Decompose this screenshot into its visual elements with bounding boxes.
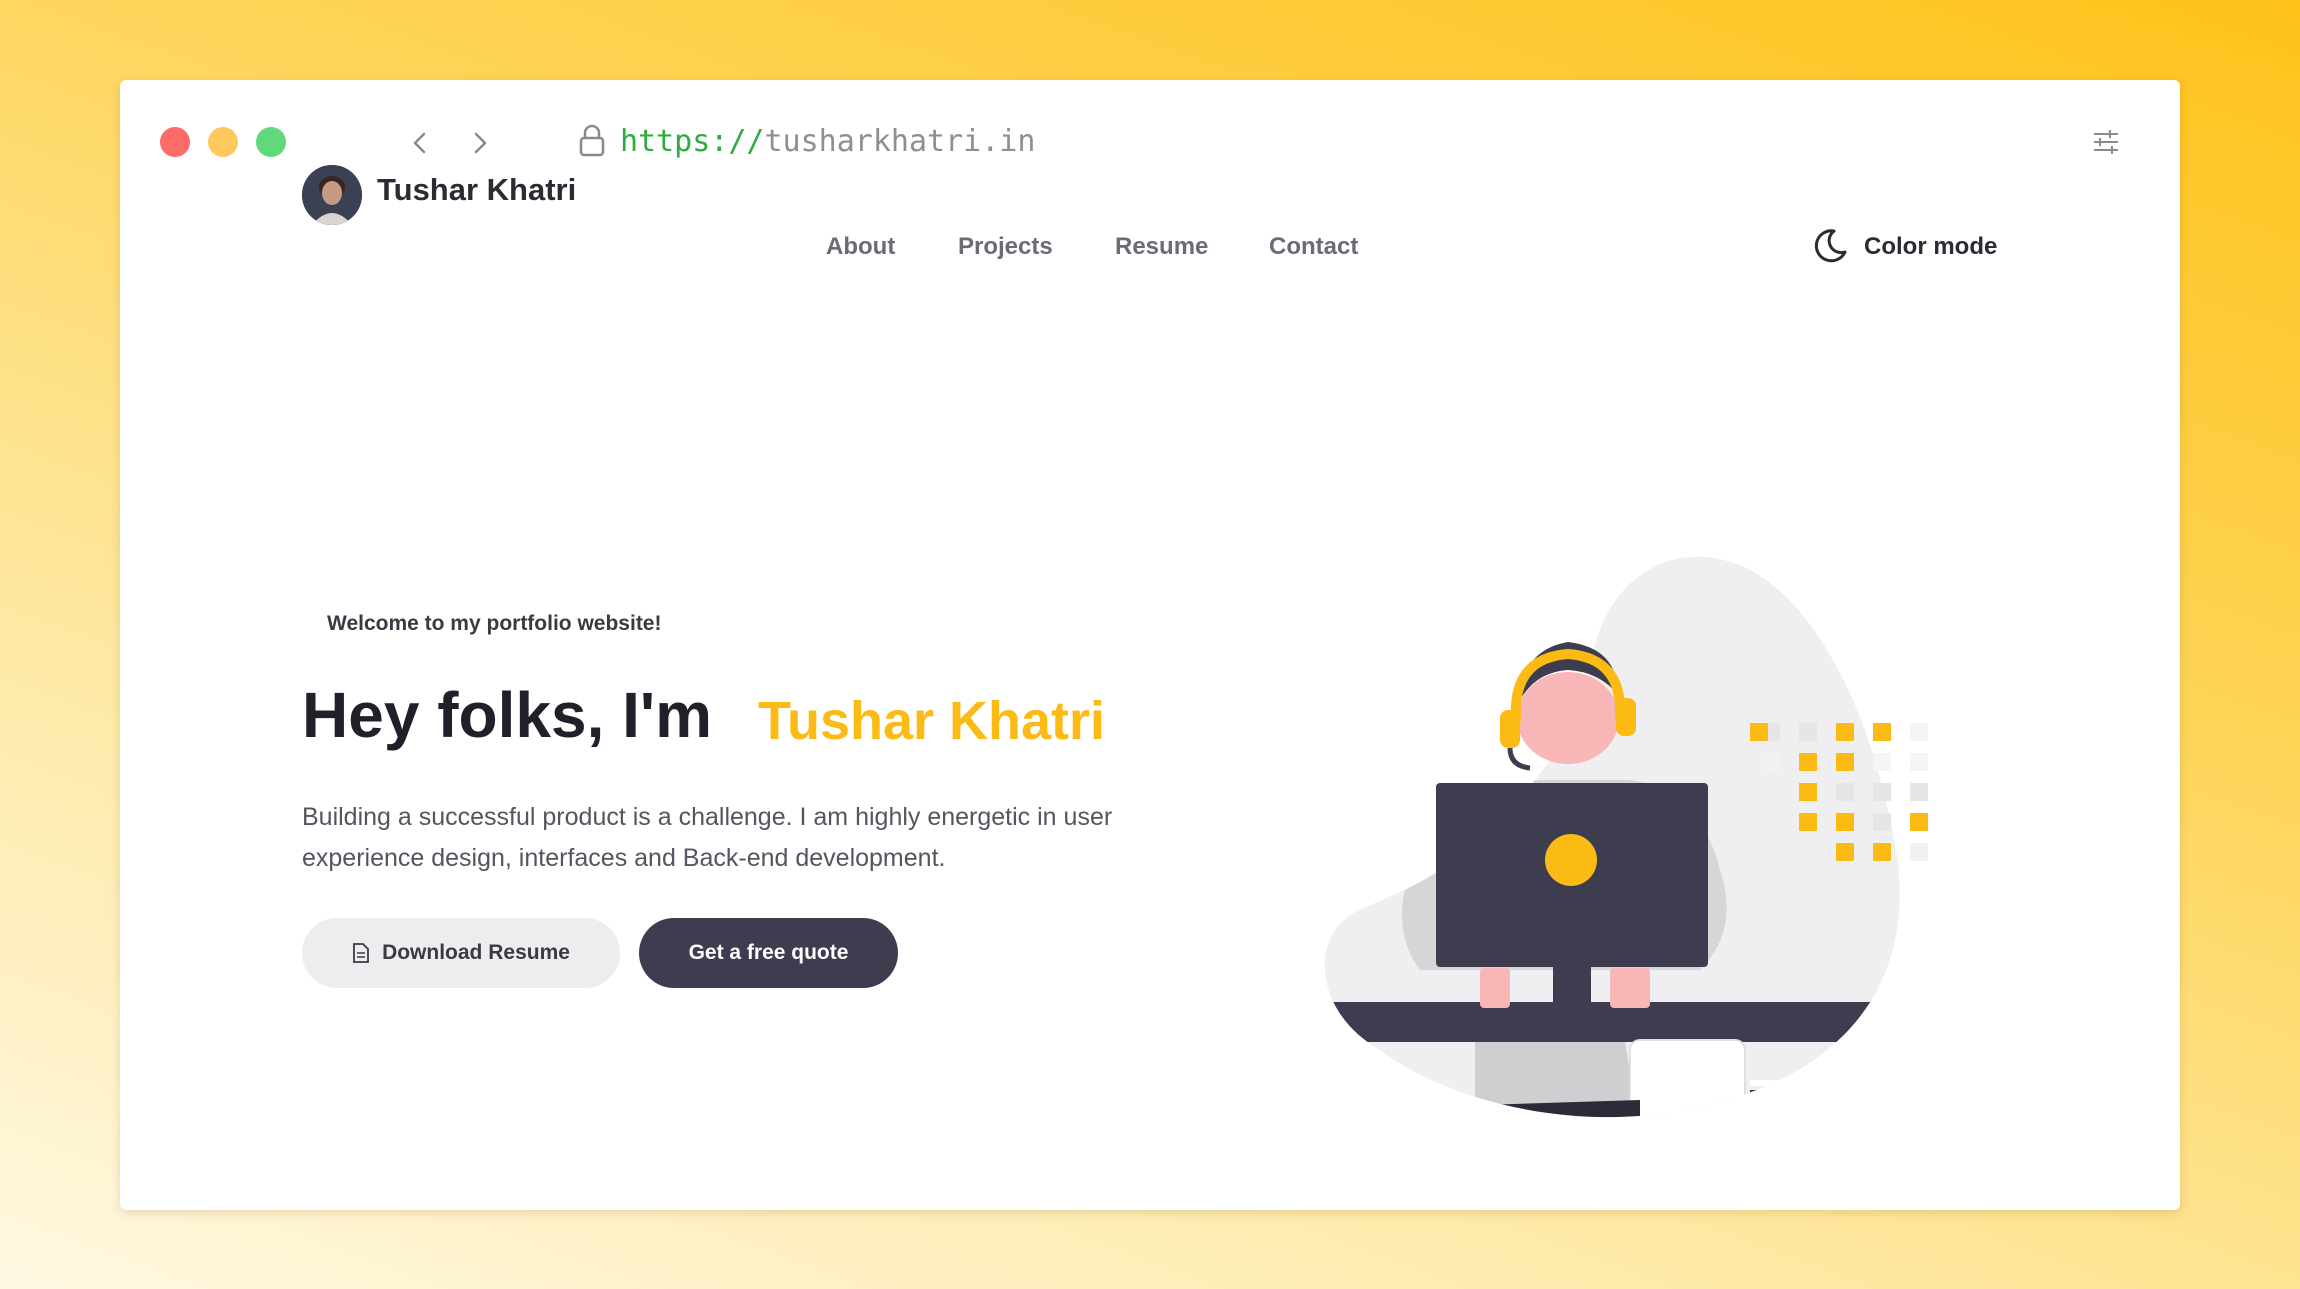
headphones-right-cup [1616,698,1636,736]
intro-line-1: Building a successful product is a chall… [302,803,1113,831]
url-scheme: https:// [620,124,765,159]
document-icon [353,943,369,963]
avatar-portrait-icon [302,165,362,225]
url-host: tusharkhatri.in [764,124,1036,159]
close-window-button[interactable] [160,127,190,157]
monitor-stand [1553,967,1591,1009]
color-mode-toggle[interactable]: Color mode [1864,233,1997,261]
lock-icon [579,124,605,157]
nav-link-resume[interactable]: Resume [1115,233,1208,261]
free-quote-label: Get a free quote [688,941,849,964]
arm-left [1480,968,1510,1008]
person-head [1517,672,1619,764]
headphones-left-cup [1500,710,1520,748]
nav-link-about[interactable]: About [826,233,895,261]
forward-arrow-icon[interactable] [463,126,497,160]
download-resume-button[interactable]: Download Resume [302,918,620,988]
person-legs [1475,1042,1635,1110]
maximize-window-button[interactable] [256,127,286,157]
monitor-logo [1545,834,1597,886]
hero-headline: Hey folks, I'm [302,679,713,751]
arm-right [1610,968,1650,1008]
headphones-mic [1507,747,1531,771]
back-arrow-icon[interactable] [403,126,437,160]
intro-line-2: experience design, interfaces and Back-e… [302,844,946,872]
nav-link-projects[interactable]: Projects [958,233,1053,261]
desk-leg [1750,1090,1900,1118]
nav-link-contact[interactable]: Contact [1269,233,1358,261]
browser-window: https://tusharkhatri.in Tushar Khatri Ab… [120,80,2180,1210]
chair-back [1629,1039,1746,1118]
free-quote-button[interactable]: Get a free quote [639,918,898,988]
address-bar[interactable]: https://tusharkhatri.in [620,120,1035,164]
minimize-window-button[interactable] [208,127,238,157]
hero-name: Tushar Khatri [758,691,1106,751]
welcome-text: Welcome to my portfolio website! [327,612,662,635]
avatar[interactable] [302,165,362,225]
download-resume-label: Download Resume [382,941,570,964]
settings-sliders-icon[interactable] [2090,126,2122,158]
developer-illustration [1324,556,1928,1118]
brand-name[interactable]: Tushar Khatri [377,172,576,208]
hero-intro: Building a successful product is a chall… [302,797,1232,879]
desk-stripe [1750,1080,1900,1086]
pixel-grid-right [1750,723,1768,741]
moon-icon[interactable] [1810,226,1850,266]
chair-lower [1480,1100,1640,1118]
